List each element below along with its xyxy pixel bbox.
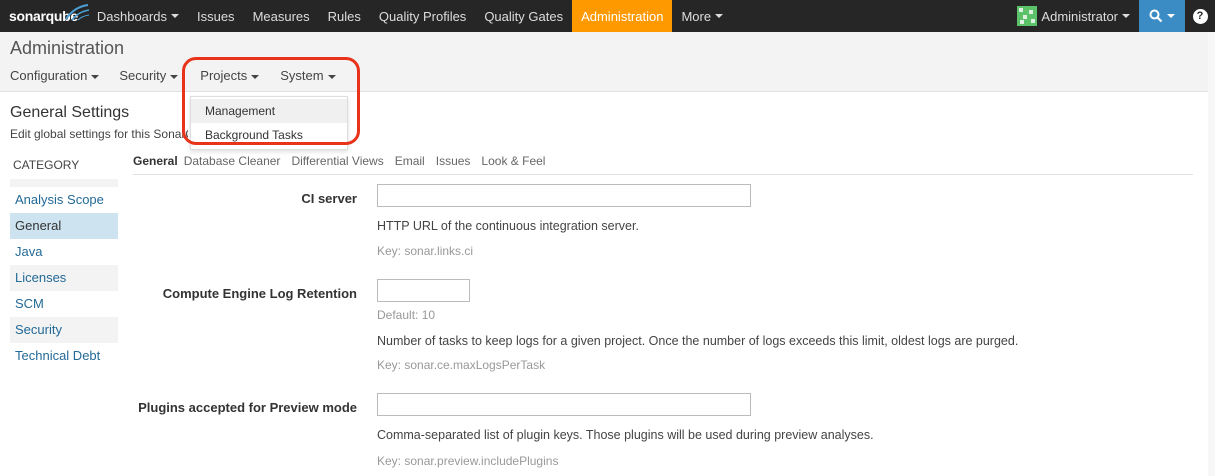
log-retention-label: Compute Engine Log Retention: [162, 286, 357, 301]
nav-administration[interactable]: Administration: [572, 0, 673, 32]
nav-rules[interactable]: Rules: [319, 0, 370, 32]
chevron-down-icon: [715, 14, 724, 18]
nav-more[interactable]: More: [672, 0, 732, 32]
help-button[interactable]: ?: [1185, 0, 1215, 32]
category-analysis-scope[interactable]: Analysis Scope: [10, 187, 118, 213]
tab-look-and-feel[interactable]: Look & Feel: [481, 152, 545, 174]
nav-issues[interactable]: Issues: [188, 0, 244, 32]
preview-plugins-key: Key: sonar.preview.includePlugins: [377, 454, 559, 468]
search-icon: [1149, 9, 1163, 23]
avatar: [1017, 6, 1038, 26]
subnav-configuration[interactable]: Configuration: [0, 68, 109, 83]
ci-server-input[interactable]: [377, 184, 751, 207]
category-general[interactable]: General: [10, 213, 118, 239]
sonarqube-logo[interactable]: sonarqube: [0, 0, 90, 32]
log-retention-input[interactable]: [377, 279, 470, 302]
settings-tabs: General Database Cleaner Differential Vi…: [133, 152, 1193, 175]
page-description: Edit global settings for this SonarQube …: [10, 127, 188, 141]
admin-title: Administration: [10, 38, 125, 58]
tab-database-cleaner[interactable]: Database Cleaner: [184, 152, 281, 174]
category-licenses[interactable]: Licenses: [10, 265, 118, 291]
nav-quality-profiles[interactable]: Quality Profiles: [370, 0, 475, 32]
chevron-down-icon: [91, 74, 100, 79]
nav-measures[interactable]: Measures: [244, 0, 319, 32]
preview-plugins-input[interactable]: [377, 393, 751, 416]
preview-plugins-label: Plugins accepted for Preview mode: [138, 400, 357, 415]
logo-arc-icon: [65, 4, 90, 21]
category-java[interactable]: Java: [10, 239, 118, 265]
tab-email[interactable]: Email: [395, 152, 425, 174]
preview-plugins-help: Comma-separated list of plugin keys. Tho…: [377, 428, 874, 442]
chevron-down-icon: [170, 14, 179, 18]
tab-differential-views[interactable]: Differential Views: [291, 152, 383, 174]
chevron-down-icon: [1122, 14, 1130, 18]
subnav-security[interactable]: Security: [109, 68, 188, 83]
category-security[interactable]: Security: [10, 317, 118, 343]
ci-server-key: Key: sonar.links.ci: [377, 244, 474, 258]
ci-server-label: CI server: [301, 191, 357, 206]
chevron-down-icon: [170, 74, 179, 79]
user-menu[interactable]: Administrator: [1008, 0, 1139, 32]
annotation-highlight-box: [182, 57, 360, 145]
scrollbar[interactable]: [1208, 32, 1215, 476]
ci-server-help: HTTP URL of the continuous integration s…: [377, 219, 639, 233]
tab-general[interactable]: General: [133, 152, 178, 174]
category-heading: CATEGORY: [13, 158, 80, 172]
category-technical-debt[interactable]: Technical Debt: [10, 343, 118, 369]
category-list: Analysis Scope General Java Licenses SCM…: [10, 179, 118, 369]
search-button[interactable]: [1139, 0, 1185, 32]
help-icon: ?: [1192, 8, 1208, 24]
page-title: General Settings: [10, 104, 130, 121]
log-retention-default: Default: 10: [377, 308, 436, 322]
top-navbar: sonarqube Dashboards Issues Measures Rul…: [0, 0, 1215, 32]
chevron-down-icon: [1167, 14, 1175, 18]
tab-issues[interactable]: Issues: [436, 152, 471, 174]
nav-quality-gates[interactable]: Quality Gates: [475, 0, 572, 32]
log-retention-help: Number of tasks to keep logs for a given…: [377, 334, 1019, 348]
nav-dashboards[interactable]: Dashboards: [88, 0, 188, 32]
category-scm[interactable]: SCM: [10, 291, 118, 317]
log-retention-key: Key: sonar.ce.maxLogsPerTask: [377, 358, 546, 372]
